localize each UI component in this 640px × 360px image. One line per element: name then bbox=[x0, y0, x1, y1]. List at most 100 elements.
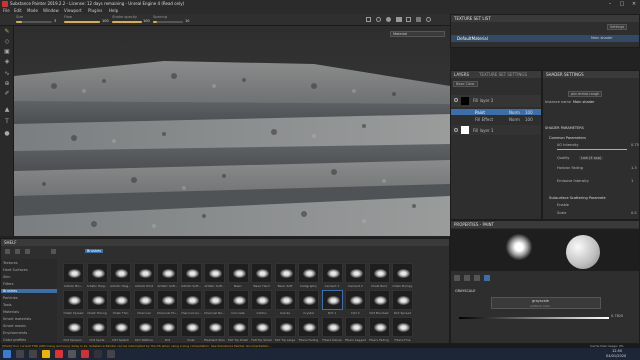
stroke-opacity-value[interactable]: 100 bbox=[143, 19, 150, 23]
brush-thumbnail[interactable] bbox=[63, 263, 84, 283]
stencil-tab-icon[interactable] bbox=[474, 275, 480, 281]
eraser-icon[interactable]: ◇ bbox=[3, 38, 11, 46]
grayscale-source-button[interactable]: grayscale uniform color bbox=[491, 297, 601, 309]
layer-blend[interactable]: Norm bbox=[509, 117, 520, 122]
spacing-value[interactable]: 10 bbox=[185, 19, 189, 23]
brush-thumbnail[interactable] bbox=[321, 317, 343, 337]
material-tab-icon[interactable] bbox=[484, 275, 490, 281]
shelf-category[interactable]: Tools bbox=[3, 303, 12, 307]
brush-thumbnail[interactable] bbox=[86, 317, 108, 337]
grayscale-value[interactable]: 0.7820 bbox=[611, 314, 623, 318]
brush-tab-icon[interactable] bbox=[454, 275, 460, 281]
spacing-slider[interactable] bbox=[153, 21, 183, 23]
camera-icon[interactable] bbox=[396, 17, 402, 22]
texture-set-row[interactable]: DefaultMaterial Main shader bbox=[451, 35, 639, 42]
shelf-category[interactable]: Particles bbox=[3, 296, 18, 300]
brush-thumbnail[interactable] bbox=[227, 290, 249, 310]
light-icon[interactable] bbox=[386, 17, 391, 22]
minimize-icon[interactable]: – bbox=[604, 0, 616, 8]
brush-thumbnail[interactable] bbox=[251, 263, 272, 283]
brush-thumbnail[interactable] bbox=[251, 317, 272, 337]
shelf-category[interactable]: Smart materials bbox=[3, 317, 31, 321]
brush-thumbnail[interactable] bbox=[227, 263, 249, 283]
subsurface-heading[interactable]: Subsurface Scattering Paramete bbox=[549, 196, 606, 200]
tab-texture-set-settings[interactable]: TEXTURE SET SETTINGS bbox=[479, 71, 527, 78]
unreal-icon[interactable] bbox=[94, 350, 102, 358]
geometry-mask-icon[interactable]: ◈ bbox=[3, 58, 11, 66]
shelf-category[interactable]: Color profiles bbox=[3, 338, 26, 342]
brush-thumbnail[interactable] bbox=[368, 317, 390, 337]
brush-thumbnail[interactable] bbox=[321, 263, 343, 283]
shelf-category-selected[interactable]: Brushes bbox=[1, 289, 57, 293]
settings-dropdown[interactable]: Settings bbox=[607, 24, 628, 30]
smudge-icon[interactable]: ∿ bbox=[3, 70, 11, 78]
brush-thumbnail[interactable] bbox=[86, 290, 108, 310]
brush-thumbnail[interactable] bbox=[133, 317, 155, 337]
shelf-category[interactable]: Filters bbox=[3, 282, 14, 286]
shelf-category[interactable]: Materials bbox=[3, 310, 19, 314]
brush-thumbnail[interactable] bbox=[86, 263, 108, 283]
explorer-icon[interactable] bbox=[42, 350, 50, 358]
viewport-channel-select[interactable]: Material bbox=[390, 31, 445, 37]
size-value[interactable]: 3 bbox=[54, 19, 56, 23]
search-icon[interactable] bbox=[16, 350, 24, 358]
brush-thumbnail[interactable] bbox=[110, 263, 131, 283]
brush-thumbnail[interactable] bbox=[345, 317, 366, 337]
brush-thumbnail[interactable] bbox=[345, 263, 366, 283]
brush-thumbnail[interactable] bbox=[298, 290, 319, 310]
brush-thumbnail[interactable] bbox=[298, 317, 319, 337]
text-icon[interactable]: T bbox=[3, 118, 11, 126]
substance-painter-icon[interactable] bbox=[81, 350, 89, 358]
brush-thumbnail[interactable] bbox=[368, 263, 390, 283]
brush-thumbnail[interactable] bbox=[110, 290, 131, 310]
shelf-category[interactable]: Textures bbox=[3, 261, 18, 265]
brush-thumbnail[interactable] bbox=[133, 290, 155, 310]
brush-thumbnail[interactable] bbox=[274, 317, 296, 337]
flow-slider[interactable] bbox=[64, 21, 100, 23]
quality-select[interactable]: Low (4 spp) bbox=[579, 156, 604, 160]
shader-preset-select[interactable]: pbr-metal-rough bbox=[568, 91, 603, 97]
brush-thumbnail[interactable] bbox=[110, 317, 131, 337]
brush-thumbnail[interactable] bbox=[298, 263, 319, 283]
brush-thumbnail[interactable] bbox=[63, 317, 84, 337]
visibility-eye-icon[interactable] bbox=[454, 128, 458, 132]
close-icon[interactable]: × bbox=[628, 0, 640, 8]
common-parameters-heading[interactable]: Common Parameters bbox=[549, 136, 586, 140]
brush-thumbnail[interactable] bbox=[274, 263, 296, 283]
horizon-fading-value[interactable]: 1.3 bbox=[631, 166, 637, 170]
instance-name-field[interactable]: Main shader bbox=[573, 100, 594, 104]
clock-date[interactable]: 04/01/2020 bbox=[606, 354, 626, 358]
brush-thumbnail[interactable] bbox=[133, 263, 155, 283]
brush-thumbnail[interactable] bbox=[204, 290, 225, 310]
channel-select[interactable]: Base Color bbox=[453, 81, 478, 87]
environment-icon[interactable] bbox=[376, 17, 381, 22]
brush-thumbnail[interactable] bbox=[251, 290, 272, 310]
clone-icon[interactable]: ⊕ bbox=[3, 80, 11, 88]
task-view-icon[interactable] bbox=[29, 350, 37, 358]
layer-opacity[interactable]: 100 bbox=[525, 117, 533, 122]
screenshot-icon[interactable] bbox=[416, 17, 421, 22]
alpha-tab-icon[interactable] bbox=[464, 275, 470, 281]
polygon-fill-icon[interactable]: ▲ bbox=[3, 106, 11, 114]
layer-blend[interactable]: Norm bbox=[509, 110, 520, 115]
tab-layers[interactable]: LAYERS bbox=[454, 71, 469, 78]
size-slider[interactable] bbox=[16, 21, 52, 23]
brush-thumbnail[interactable] bbox=[180, 263, 202, 283]
brush-thumbnail[interactable] bbox=[157, 263, 178, 283]
taskbar-app-icon[interactable] bbox=[107, 350, 115, 358]
display-settings-icon[interactable] bbox=[406, 17, 411, 22]
paint-brush-icon[interactable]: ✎ bbox=[3, 28, 11, 36]
brush-thumbnail[interactable] bbox=[63, 290, 84, 310]
visibility-eye-icon[interactable] bbox=[454, 98, 458, 102]
scale-value[interactable]: 0.5 bbox=[631, 211, 637, 215]
brush-thumbnail[interactable] bbox=[204, 317, 225, 337]
stroke-opacity-slider[interactable] bbox=[112, 21, 142, 23]
render-icon[interactable] bbox=[426, 17, 431, 22]
shelf-category[interactable]: Hard Surfaces bbox=[3, 268, 28, 272]
import-icon[interactable] bbox=[5, 249, 10, 254]
shelf-filter-tag[interactable]: Brushes bbox=[85, 249, 104, 253]
brush-thumbnail[interactable] bbox=[180, 317, 202, 337]
ao-intensity-slider[interactable] bbox=[557, 149, 627, 150]
brush-thumbnail[interactable] bbox=[368, 290, 390, 310]
picker-icon[interactable]: ✐ bbox=[3, 90, 11, 98]
